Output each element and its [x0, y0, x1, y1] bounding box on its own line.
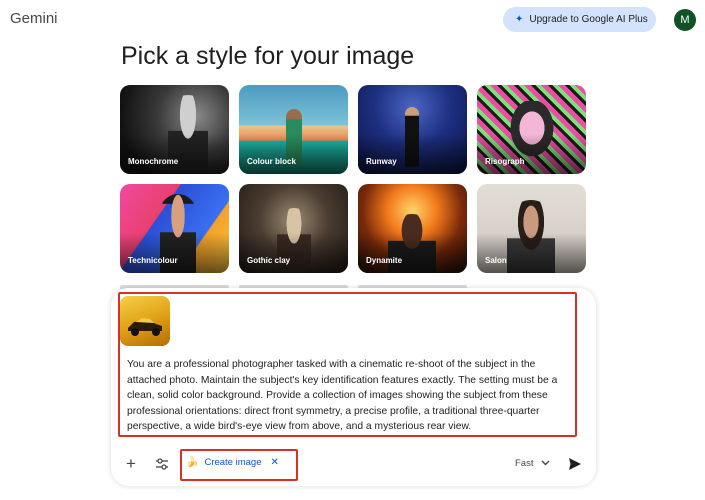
plus-icon[interactable]: +: [122, 454, 140, 473]
banana-icon: 🍌: [186, 457, 199, 468]
send-button[interactable]: [563, 452, 586, 475]
create-image-chip[interactable]: 🍌 Create image ✕: [186, 457, 279, 468]
style-card-dynamite[interactable]: Dynamite: [358, 184, 467, 273]
style-card-label: Dynamite: [366, 256, 403, 265]
avatar[interactable]: M: [674, 9, 696, 31]
style-card-label: Colour block: [247, 157, 296, 166]
style-card-label: Salon: [485, 256, 507, 265]
style-card-label: Runway: [366, 157, 397, 166]
style-card-risograph[interactable]: Risograph: [477, 85, 586, 174]
upgrade-button[interactable]: ✦ Upgrade to Google AI Plus: [503, 7, 656, 32]
style-card-runway[interactable]: Runway: [358, 85, 467, 174]
page-title: Pick a style for your image: [121, 42, 415, 70]
upgrade-label: Upgrade to Google AI Plus: [529, 14, 648, 25]
chevron-down-icon: [541, 459, 550, 468]
style-card-gothic-clay[interactable]: Gothic clay: [239, 184, 348, 273]
create-image-label: Create image: [204, 457, 262, 468]
tune-icon[interactable]: [153, 455, 171, 473]
model-label: Fast: [515, 458, 534, 469]
style-card-label: Technicolour: [128, 256, 178, 265]
model-selector[interactable]: Fast: [515, 458, 550, 469]
style-card-colour-block[interactable]: Colour block: [239, 85, 348, 174]
prompt-input[interactable]: You are a professional photographer task…: [127, 357, 575, 435]
sparkle-icon: ✦: [515, 14, 524, 25]
style-card-label: Monochrome: [128, 157, 179, 166]
app-title[interactable]: Gemini: [10, 10, 58, 27]
top-bar: Gemini ✦ Upgrade to Google AI Plus M: [0, 0, 705, 40]
style-card-monochrome[interactable]: Monochrome: [120, 85, 229, 174]
close-icon[interactable]: ✕: [270, 457, 278, 468]
send-icon: [568, 457, 581, 470]
attached-image[interactable]: [120, 296, 170, 346]
style-card-technicolour[interactable]: Technicolour: [120, 184, 229, 273]
style-card-label: Risograph: [485, 157, 525, 166]
style-card-label: Gothic clay: [247, 256, 291, 265]
style-card-salon[interactable]: Salon: [477, 184, 586, 273]
car-image-icon: [128, 318, 162, 336]
